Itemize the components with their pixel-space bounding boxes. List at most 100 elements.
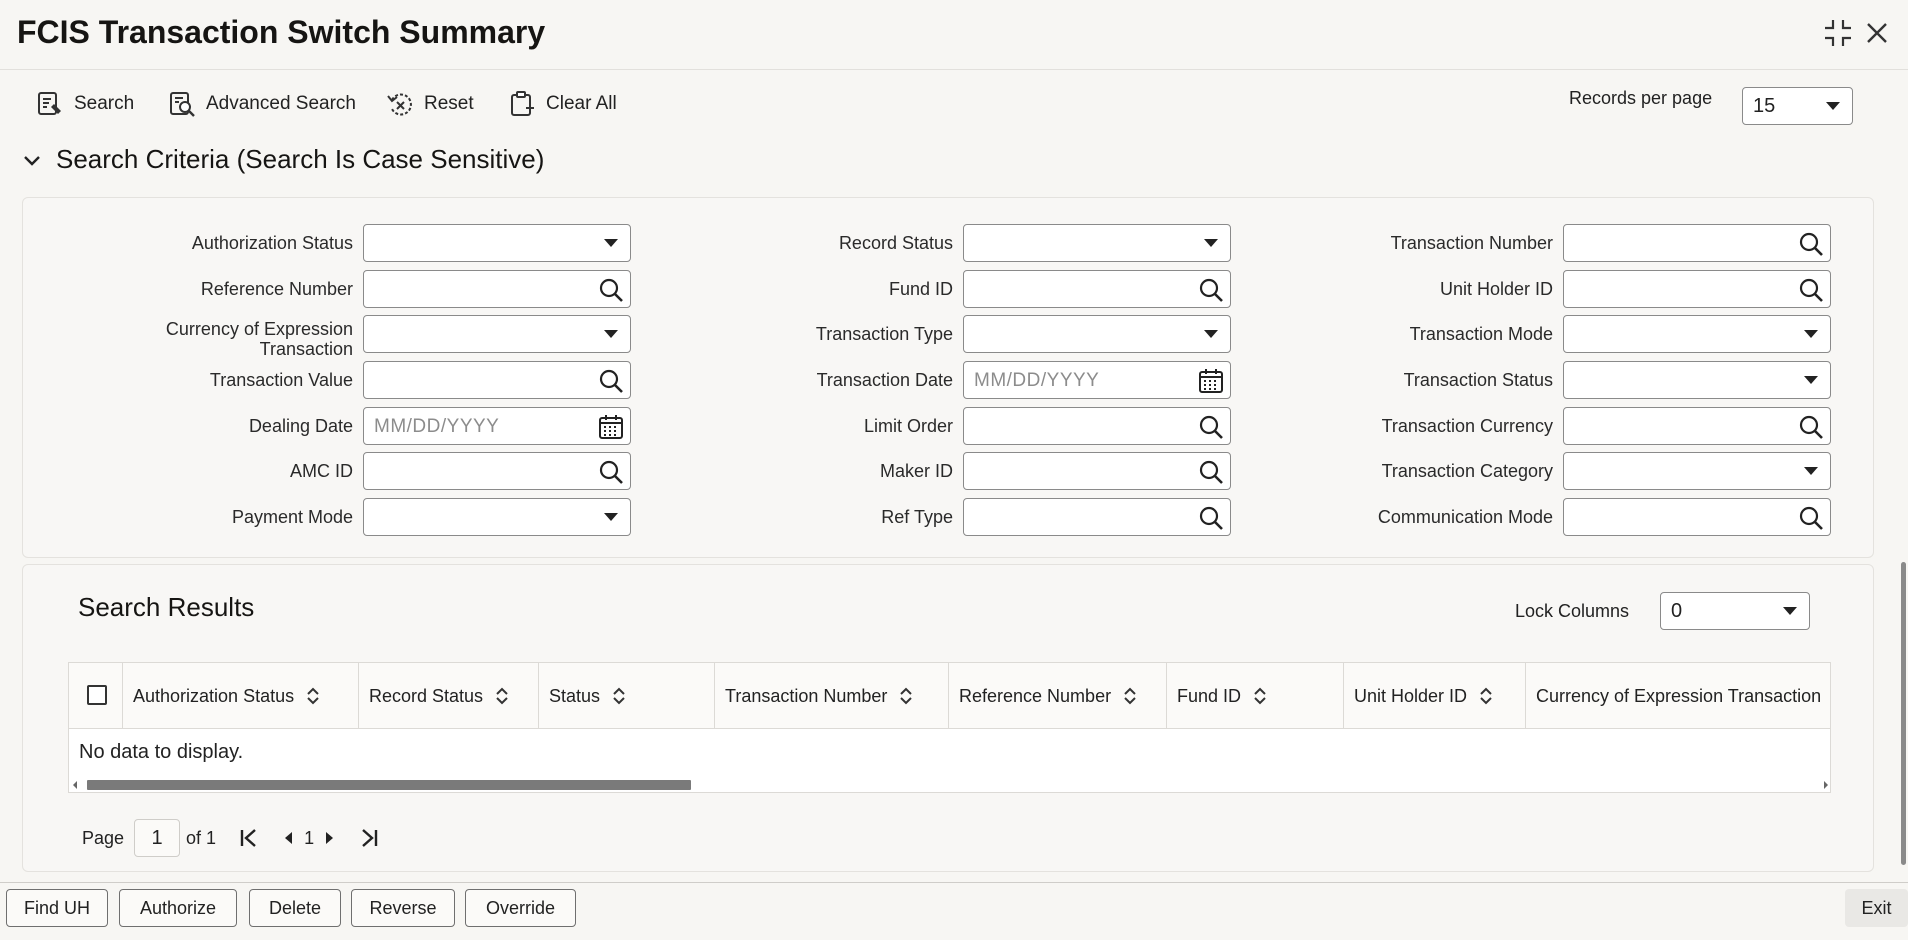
delete-button[interactable]: Delete — [249, 889, 341, 927]
reset-button-label: Reset — [424, 93, 474, 114]
exit-button[interactable]: Exit — [1845, 889, 1908, 927]
currency-of-expression-label: Currency of Expression Transaction — [113, 319, 353, 359]
column-header-status[interactable]: Status — [539, 663, 715, 729]
clear-all-button[interactable]: Clear All — [508, 86, 617, 122]
scroll-left-icon[interactable] — [73, 781, 77, 789]
unit-holder-id-input[interactable] — [1563, 270, 1831, 308]
transaction-type-select[interactable] — [963, 315, 1231, 353]
transaction-currency-input[interactable] — [1563, 407, 1831, 445]
reverse-button[interactable]: Reverse — [351, 889, 455, 927]
current-page-input[interactable]: 1 — [134, 819, 181, 857]
column-header-unit-holder-id[interactable]: Unit Holder ID — [1344, 663, 1526, 729]
search-icon[interactable] — [598, 459, 624, 485]
sort-icon — [496, 687, 508, 705]
clipboard-clear-icon — [511, 91, 534, 116]
compress-icon[interactable] — [1823, 18, 1853, 48]
transaction-status-select[interactable] — [1563, 361, 1831, 399]
dealing-date-label: Dealing Date — [248, 416, 353, 436]
previous-page-icon[interactable] — [278, 827, 300, 849]
sort-icon — [900, 687, 913, 705]
transaction-category-select[interactable] — [1563, 452, 1831, 490]
search-icon[interactable] — [1198, 277, 1224, 303]
search-icon[interactable] — [598, 277, 624, 303]
lock-columns-select[interactable]: 0 — [1660, 592, 1810, 630]
lock-columns-value: 0 — [1671, 599, 1683, 622]
records-per-page-value: 15 — [1753, 94, 1776, 117]
horizontal-scrollbar[interactable] — [69, 777, 1831, 793]
find-uh-button[interactable]: Find UH — [6, 889, 108, 927]
chevron-down-icon — [1804, 330, 1818, 338]
last-page-icon[interactable] — [358, 827, 380, 849]
authorize-button[interactable]: Authorize — [119, 889, 237, 927]
search-icon[interactable] — [1198, 505, 1224, 531]
search-icon[interactable] — [1198, 414, 1224, 440]
reference-number-input[interactable] — [363, 270, 631, 308]
column-header-label: Reference Number — [959, 685, 1112, 706]
column-header-reference-number[interactable]: Reference Number — [949, 663, 1167, 729]
record-status-select[interactable] — [963, 224, 1231, 262]
transaction-mode-select[interactable] — [1563, 315, 1831, 353]
ref-type-input[interactable] — [963, 498, 1231, 536]
currency-of-expression-label-line1: Currency of Expression — [165, 319, 353, 339]
column-header-label: Record Status — [369, 685, 484, 706]
payment-mode-select[interactable] — [363, 498, 631, 536]
search-criteria-title: Search Criteria (Search Is Case Sensitiv… — [56, 144, 545, 174]
lock-columns-label: Lock Columns — [1515, 601, 1630, 621]
currency-of-expression-select[interactable] — [363, 315, 631, 353]
dealing-date-input[interactable]: MM/DD/YYYY — [363, 407, 631, 445]
close-icon[interactable] — [1862, 18, 1892, 48]
search-criteria-header[interactable]: Search Criteria (Search Is Case Sensitiv… — [22, 144, 544, 175]
column-header-record-status[interactable]: Record Status — [359, 663, 539, 729]
chevron-down-icon — [1826, 102, 1840, 110]
currency-of-expression-label-line2: Transaction — [259, 339, 353, 359]
search-icon[interactable] — [1798, 505, 1824, 531]
transaction-value-input[interactable] — [363, 361, 631, 399]
next-page-icon[interactable] — [318, 827, 340, 849]
search-button[interactable]: Search — [36, 86, 134, 122]
pagination: Page 1 of 1 1 — [82, 818, 384, 858]
column-header-fund-id[interactable]: Fund ID — [1167, 663, 1344, 729]
chevron-down-icon — [1804, 467, 1818, 475]
limit-order-input[interactable] — [963, 407, 1231, 445]
fund-id-input[interactable] — [963, 270, 1231, 308]
ref-type-label: Ref Type — [881, 507, 953, 527]
search-icon[interactable] — [1798, 277, 1824, 303]
search-icon[interactable] — [1198, 459, 1224, 485]
reset-button[interactable]: Reset — [386, 86, 474, 122]
chevron-down-icon — [604, 239, 618, 247]
override-button[interactable]: Override — [465, 889, 576, 927]
amc-id-label: AMC ID — [290, 461, 353, 481]
vertical-scrollbar[interactable] — [1901, 562, 1906, 865]
advanced-search-button[interactable]: Advanced Search — [168, 86, 356, 122]
authorization-status-select[interactable] — [363, 224, 631, 262]
transaction-number-label: Transaction Number — [1390, 233, 1553, 253]
page-title: FCIS Transaction Switch Summary — [17, 14, 546, 50]
chevron-down-icon — [604, 513, 618, 521]
calendar-icon[interactable] — [1198, 368, 1224, 394]
calendar-icon[interactable] — [598, 414, 624, 440]
search-criteria-panel: Authorization Status Reference Number Cu… — [22, 197, 1874, 558]
transaction-date-input[interactable]: MM/DD/YYYY — [963, 361, 1231, 399]
transaction-number-input[interactable] — [1563, 224, 1831, 262]
clear-all-button-label: Clear All — [546, 93, 617, 114]
transaction-mode-label: Transaction Mode — [1409, 324, 1553, 344]
search-icon[interactable] — [1798, 231, 1824, 257]
empty-table-message: No data to display. — [79, 741, 244, 763]
search-icon[interactable] — [1798, 414, 1824, 440]
column-header-authorization-status[interactable]: Authorization Status — [123, 663, 359, 729]
scroll-right-icon[interactable] — [1824, 781, 1828, 789]
column-header-label: Authorization Status — [133, 685, 295, 706]
first-page-icon[interactable] — [238, 827, 260, 849]
search-icon[interactable] — [598, 368, 624, 394]
communication-mode-input[interactable] — [1563, 498, 1831, 536]
select-all-checkbox[interactable] — [87, 685, 107, 705]
advanced-search-icon — [170, 92, 195, 117]
maker-id-input[interactable] — [963, 452, 1231, 490]
amc-id-input[interactable] — [363, 452, 631, 490]
chevron-down-icon — [1204, 330, 1218, 338]
column-header-transaction-number[interactable]: Transaction Number — [715, 663, 949, 729]
page-number: 1 — [304, 827, 315, 848]
records-per-page-select[interactable]: 15 — [1742, 87, 1853, 125]
scrollbar-thumb[interactable] — [87, 780, 691, 790]
column-header-currency-of-expression[interactable]: Currency of Expression Transaction — [1526, 663, 1830, 729]
